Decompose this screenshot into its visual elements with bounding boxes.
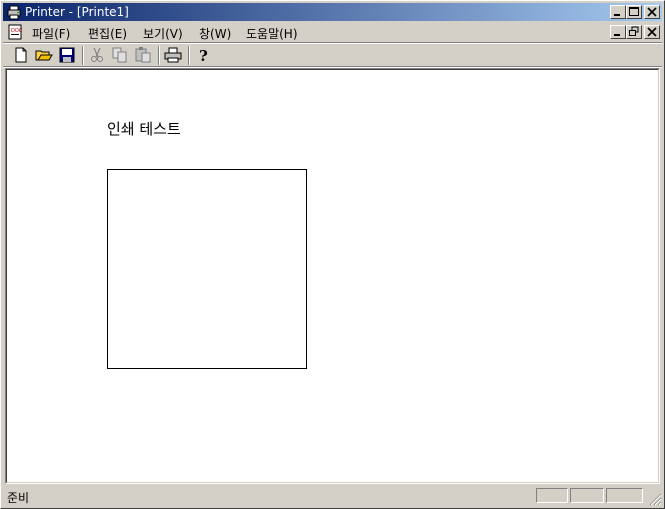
menu-view[interactable]: 보기(V) — [143, 25, 183, 42]
printer-app-icon — [7, 5, 21, 20]
minimize-icon — [614, 34, 620, 36]
mdi-caption-buttons — [610, 25, 660, 39]
menu-bar: DOC 파일(F) 편집(E) 보기(V) 창(W) 도움말(H) — [3, 23, 662, 42]
close-icon — [647, 27, 657, 37]
status-pane-scrl — [606, 488, 643, 503]
maximize-button[interactable] — [626, 5, 642, 19]
document-rectangle — [107, 169, 307, 369]
restore-icon — [629, 26, 639, 36]
title-bar[interactable]: Printer - [Printe1] — [3, 3, 662, 21]
doc-restore-button[interactable] — [626, 25, 642, 39]
document-icon[interactable]: DOC — [7, 24, 23, 40]
open-icon[interactable] — [34, 46, 54, 64]
document-text: 인쇄 테스트 — [107, 120, 181, 138]
new-icon[interactable] — [11, 46, 31, 64]
maximize-icon — [629, 7, 639, 16]
doc-minimize-button[interactable] — [610, 25, 626, 39]
minimize-button[interactable] — [610, 5, 626, 19]
svg-text:DOC: DOC — [11, 28, 23, 34]
copy-icon[interactable] — [110, 46, 130, 64]
toolbar: ? — [3, 44, 662, 67]
toolbar-separator — [82, 46, 84, 65]
save-icon[interactable] — [57, 46, 77, 64]
menu-window[interactable]: 창(W) — [199, 25, 231, 42]
status-pane-num — [570, 488, 604, 503]
minimize-icon — [614, 14, 620, 16]
cut-icon[interactable] — [87, 46, 107, 64]
menu-file[interactable]: 파일(F) — [32, 25, 70, 42]
status-bar: 준비 — [3, 487, 662, 506]
doc-close-button[interactable] — [644, 25, 660, 39]
resize-grip-icon[interactable] — [649, 493, 662, 506]
toolbar-separator — [158, 46, 160, 65]
document-view[interactable]: 인쇄 테스트 — [5, 68, 660, 484]
help-icon[interactable]: ? — [193, 46, 213, 64]
print-icon[interactable] — [163, 46, 183, 64]
menu-edit[interactable]: 편집(E) — [88, 25, 127, 42]
paste-icon[interactable] — [133, 46, 153, 64]
caption-buttons — [610, 5, 660, 19]
status-text: 준비 — [7, 491, 30, 505]
menu-help[interactable]: 도움말(H) — [246, 25, 298, 42]
close-button[interactable] — [644, 5, 660, 19]
svg-text:?: ? — [199, 47, 208, 64]
close-icon — [647, 7, 657, 17]
main-window: Printer - [Printe1] DOC 파일(F) 편집(E) 보기(V… — [0, 0, 665, 509]
window-title: Printer - [Printe1] — [25, 5, 129, 19]
toolbar-separator — [188, 46, 190, 65]
status-pane-cap — [536, 488, 568, 503]
